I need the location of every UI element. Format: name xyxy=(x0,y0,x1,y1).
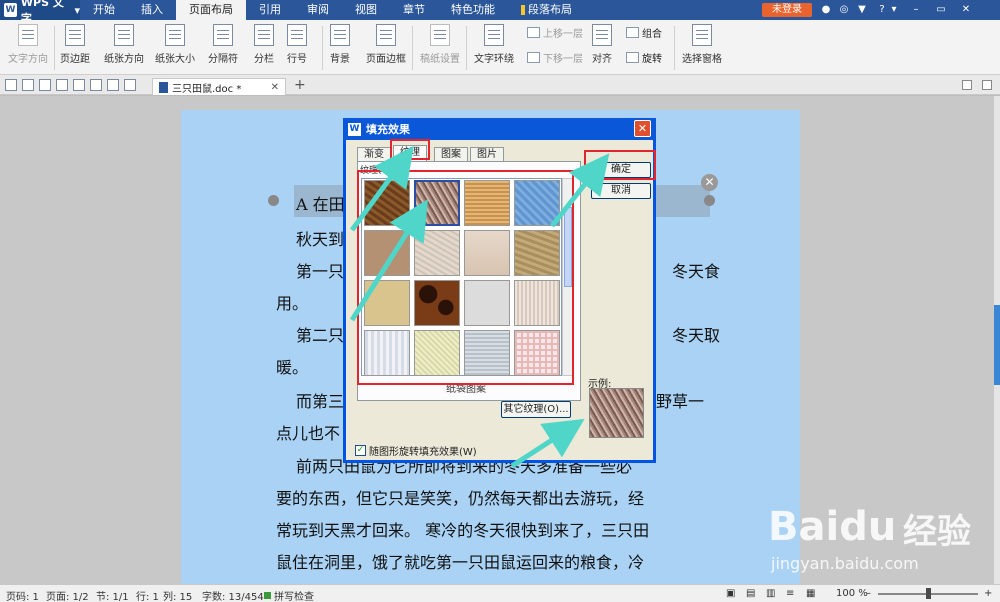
arrow-to-ok-button xyxy=(550,153,610,228)
view-web-icon[interactable]: ▥ xyxy=(766,588,775,599)
spell-check-label: 拼写检查 xyxy=(274,592,314,602)
spell-check-icon xyxy=(264,592,271,599)
watermark-cn: 经验 xyxy=(903,512,971,552)
status-column: 列: 15 xyxy=(163,592,193,602)
status-word-count[interactable]: 字数: 13/454 xyxy=(202,588,264,602)
watermark-brand: Baidu xyxy=(768,504,897,550)
spell-check-toggle[interactable]: 拼写检查 xyxy=(264,588,314,602)
status-section: 节: 1/1 xyxy=(96,592,129,602)
arrow-to-texture-swatch xyxy=(349,199,428,322)
zoom-slider-thumb[interactable] xyxy=(926,588,931,599)
status-row: 行: 1 xyxy=(136,592,159,602)
zoom-out-icon[interactable]: – xyxy=(866,588,871,599)
baidu-jingyan-watermark: Baidu 经验 jingyan.baidu.com xyxy=(768,496,993,581)
status-bar: 页码: 1 页面: 1/2 节: 1/1 行: 1 列: 15 字数: 13/4… xyxy=(0,584,1000,602)
zoom-level[interactable]: 100 % xyxy=(836,588,868,599)
status-page: 页面: 1/2 xyxy=(46,592,89,602)
view-full-icon[interactable]: ▤ xyxy=(746,588,755,599)
arrow-to-preview xyxy=(510,418,585,469)
arrow-to-texture-tab xyxy=(349,145,414,232)
view-page-icon[interactable]: ▣ xyxy=(726,588,735,599)
view-outline-icon[interactable]: ≡ xyxy=(786,588,794,599)
view-read-icon[interactable]: ▦ xyxy=(806,588,815,599)
status-page-number: 页码: 1 xyxy=(6,592,39,602)
zoom-in-icon[interactable]: + xyxy=(984,588,992,599)
watermark-url: jingyan.baidu.com xyxy=(771,554,919,573)
